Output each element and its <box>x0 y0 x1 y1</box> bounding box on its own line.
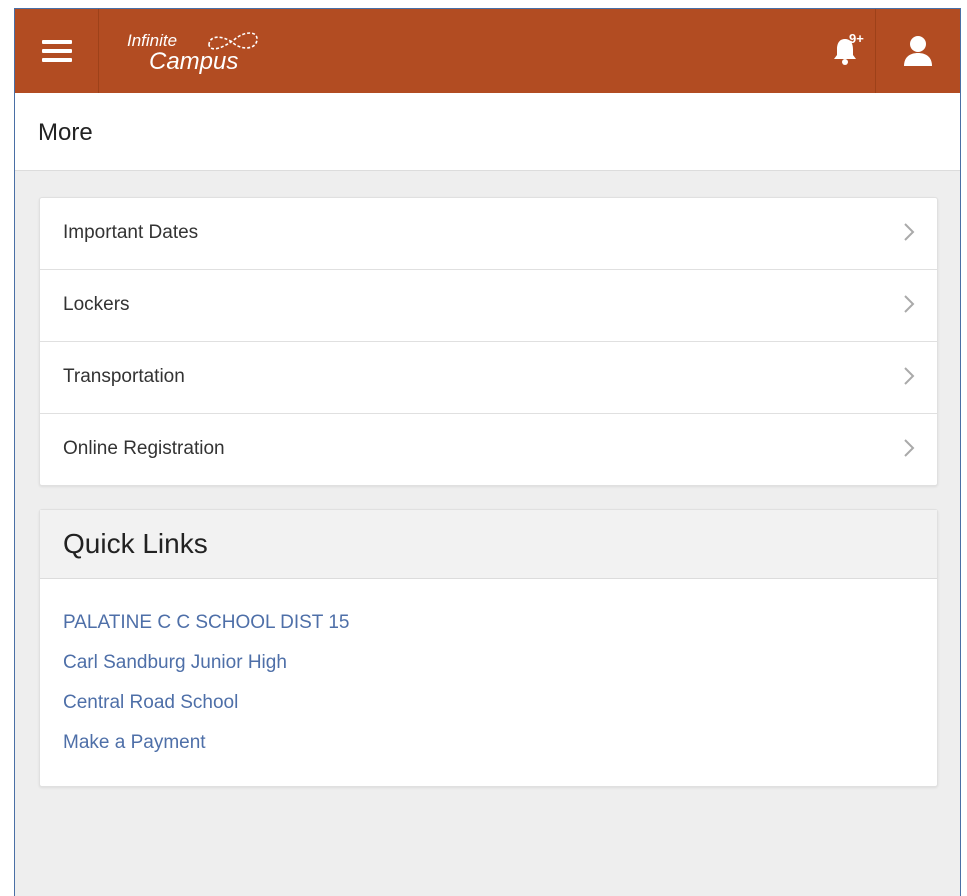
notification-badge: 9+ <box>849 31 864 46</box>
quick-link-district[interactable]: PALATINE C C SCHOOL DIST 15 <box>63 608 349 648</box>
quick-links-title: Quick Links <box>63 528 208 559</box>
menu-item-label: Lockers <box>63 294 130 315</box>
menu-item-label: Important Dates <box>63 222 199 243</box>
menu-item-transportation[interactable]: Transportation <box>40 342 937 414</box>
menu-item-online-registration[interactable]: Online Registration <box>40 414 937 485</box>
infinite-campus-logo[interactable]: Infinite Campus <box>127 27 267 77</box>
top-bar: Infinite Campus 9+ <box>15 9 960 93</box>
more-menu-list: Important Dates Lockers Transportation O… <box>39 197 938 486</box>
menu-item-important-dates[interactable]: Important Dates <box>40 198 937 270</box>
quick-link-central-road[interactable]: Central Road School <box>63 688 349 728</box>
menu-item-lockers[interactable]: Lockers <box>40 270 937 342</box>
app-frame: Infinite Campus 9+ More Important Dates <box>14 8 961 896</box>
menu-item-label: Online Registration <box>63 438 225 459</box>
page-title: More <box>38 119 93 146</box>
notifications-button[interactable]: 9+ <box>815 9 876 93</box>
chevron-right-icon <box>904 223 915 241</box>
quick-link-make-payment[interactable]: Make a Payment <box>63 728 349 768</box>
quick-links-header: Quick Links <box>40 510 937 579</box>
quick-links-card: Quick Links PALATINE C C SCHOOL DIST 15 … <box>39 509 938 787</box>
quick-links-list: PALATINE C C SCHOOL DIST 15 Carl Sandbur… <box>63 608 349 768</box>
chevron-right-icon <box>904 295 915 313</box>
menu-icon <box>41 40 72 62</box>
quick-link-carl-sandburg[interactable]: Carl Sandburg Junior High <box>63 648 349 688</box>
menu-item-label: Transportation <box>63 366 185 387</box>
infinity-logo-icon <box>208 32 258 50</box>
page-header: More <box>15 93 960 171</box>
user-icon <box>904 36 932 66</box>
user-account-button[interactable] <box>876 9 960 93</box>
menu-button[interactable] <box>15 9 99 93</box>
chevron-right-icon <box>904 439 915 457</box>
chevron-right-icon <box>904 367 915 385</box>
